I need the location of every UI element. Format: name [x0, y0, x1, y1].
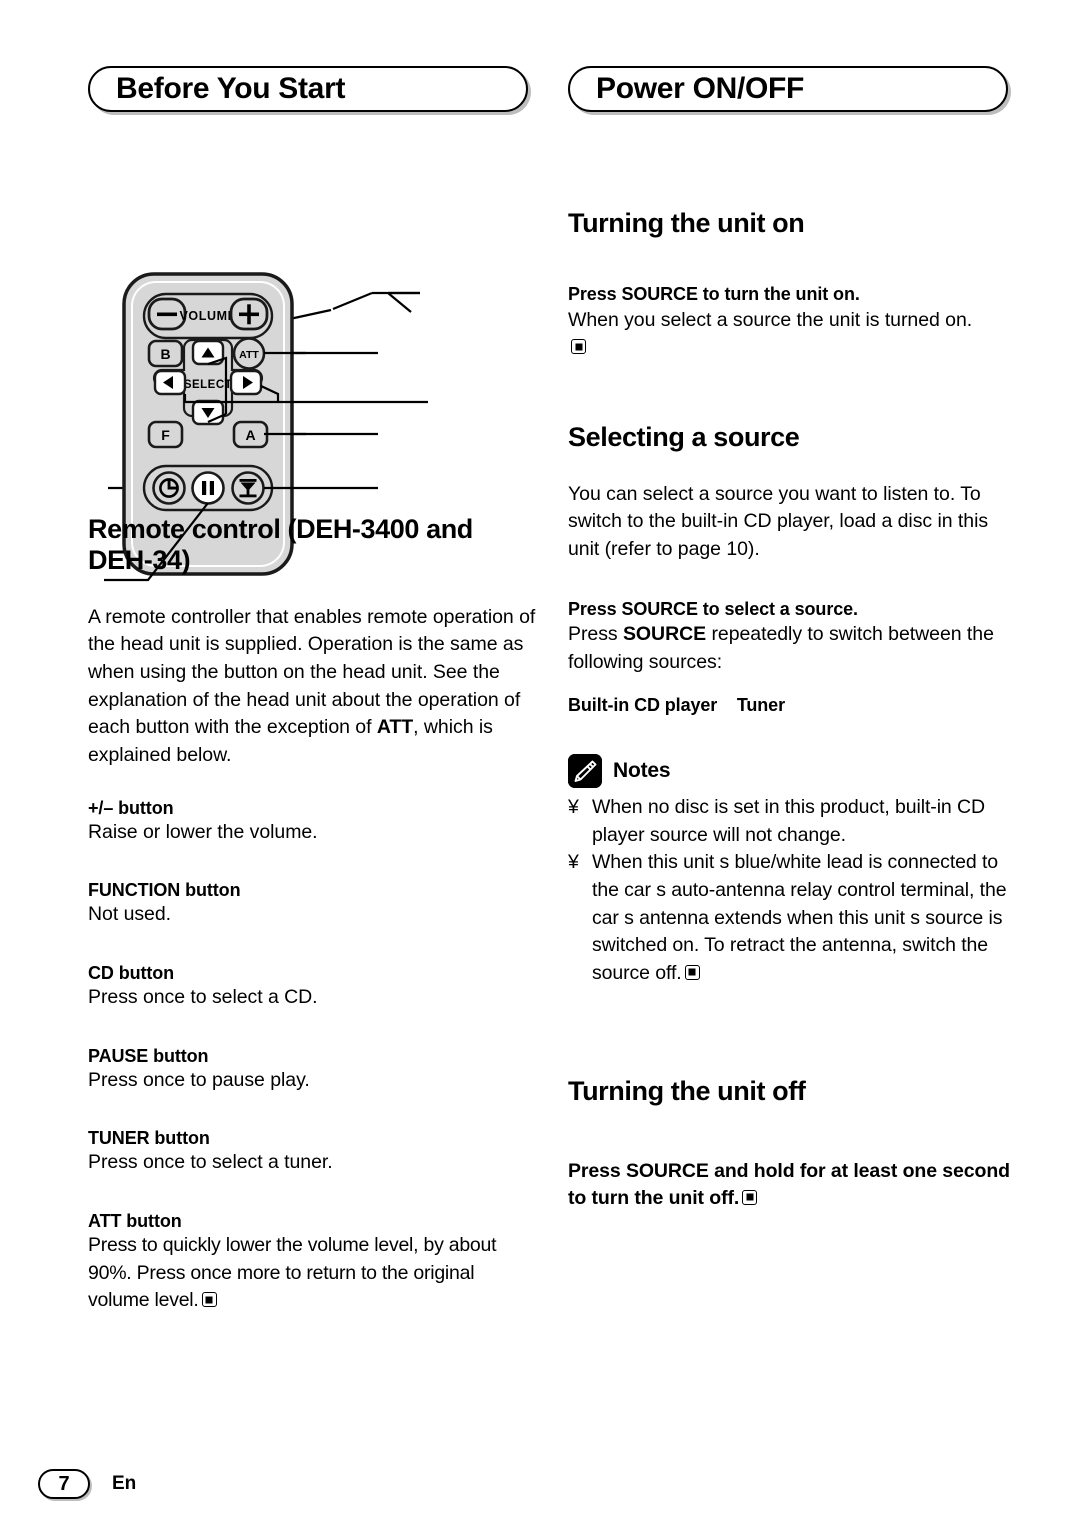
button-entry-title: TUNER button	[88, 1128, 210, 1149]
button-entry-title: FUNCTION button	[88, 880, 241, 901]
button-entry-plus-minus: +/– button Raise or lower the volume.	[88, 798, 540, 847]
selecting-lead-post: to select a source.	[697, 598, 858, 619]
remote-control-heading: Remote control (DEH-3400 and DEH-34)	[88, 514, 473, 575]
turning-on-lead: Press SOURCE to turn the unit on.	[568, 283, 1020, 307]
source-inline-label: SOURCE	[621, 598, 698, 619]
source-inline-label: SOURCE	[625, 1160, 709, 1183]
button-entry-text: Press once to pause play.	[88, 1068, 310, 1091]
source-sequence-list: Built-in CD player Tuner	[568, 694, 785, 715]
button-entry-tuner: TUNER button Press once to select a tune…	[88, 1128, 540, 1177]
language-code: En	[112, 1473, 137, 1494]
section-header-power-on-off: Power ON/OFF	[568, 66, 1008, 112]
end-of-topic-marker	[684, 964, 700, 980]
note-text: When no disc is set in this product, bui…	[592, 795, 985, 846]
page-number-badge: 7	[38, 1469, 90, 1499]
note-bullet: ¥	[568, 795, 579, 818]
turning-on-body: When you select a source the unit is tur…	[568, 307, 1020, 335]
turning-on-endmark-line	[568, 334, 1020, 362]
notes-header: Notes	[568, 753, 1020, 788]
button-entry-function: FUNCTION button Not used.	[88, 880, 540, 929]
button-entry-title: PAUSE button	[88, 1045, 209, 1066]
button-entry-text: Press to quickly lower the volume level,…	[88, 1232, 540, 1315]
notes-list: ¥ When no disc is set in this product, bu…	[568, 794, 1020, 988]
note-item: ¥ When no disc is set in this product, bu…	[568, 794, 1020, 849]
button-entry-text: Press once to select a CD.	[88, 986, 318, 1009]
selecting-source-lead: Press SOURCE to select a source.	[568, 598, 1020, 622]
end-of-topic-marker	[201, 1292, 217, 1308]
selecting-source-heading: Selecting a source	[568, 421, 800, 452]
button-entry-text: Press once to select a tuner.	[88, 1151, 333, 1174]
att-entry-text: Press to quickly lower the volume level,…	[88, 1234, 497, 1312]
button-entry-att: ATT button Press to quickly lower the vo…	[88, 1211, 540, 1315]
selecting-lead-pre: Press	[568, 598, 622, 619]
source-inline-label: SOURCE	[622, 623, 707, 646]
button-entry-title: ATT button	[88, 1211, 182, 1232]
end-of-topic-marker	[571, 339, 586, 355]
button-entry-title: +/– button	[88, 797, 174, 818]
turning-off-heading: Turning the unit off	[568, 1075, 806, 1106]
section-header-right-label: Power ON/OFF	[596, 72, 805, 105]
selecting-source-instruction: Press SOURCE repeatedly to switch betwee…	[568, 621, 1020, 676]
turning-on-lead-pre: Press	[568, 283, 622, 304]
note-bullet: ¥	[568, 851, 579, 874]
turning-off-lead-pre: Press	[568, 1160, 626, 1183]
note-item: ¥ When this unit s blue/white lead is con…	[568, 849, 1020, 987]
source-inline-label: SOURCE	[621, 283, 698, 304]
note-text: When this unit s blue/white lead is conn…	[592, 851, 1007, 984]
section-header-before-you-start: Before You Start	[88, 66, 528, 112]
end-of-topic-marker	[742, 1189, 758, 1205]
turning-on-lead-post: to turn the unit on.	[697, 283, 860, 304]
instr-pre: Press	[568, 623, 623, 646]
notes-title: Notes	[613, 758, 671, 782]
button-entry-text: Raise or lower the volume.	[88, 820, 318, 843]
page-number: 7	[58, 1472, 70, 1495]
left-column: Remote control (DEH-3400 and DEH-34) A r…	[88, 140, 540, 1315]
right-column: Turning the unit on Press SOURCE to turn…	[568, 140, 1020, 1211]
selecting-source-body: You can select a source you want to list…	[568, 482, 989, 561]
turning-on-body-text: When you select a source the unit is tur…	[568, 308, 973, 331]
button-entry-cd: CD button Press once to select a CD.	[88, 963, 540, 1012]
button-entry-text: Not used.	[88, 903, 172, 926]
att-inline-label: ATT	[376, 716, 414, 739]
button-entry-pause: PAUSE button Press once to pause play.	[88, 1046, 540, 1095]
section-header-left-label: Before You Start	[116, 72, 346, 105]
turning-on-heading: Turning the unit on	[568, 208, 805, 238]
turning-off-lead: Press SOURCE and hold for at least one s…	[568, 1158, 1020, 1211]
notes-block: Notes ¥ When no disc is set in this produ…	[568, 753, 1020, 988]
pencil-icon	[568, 753, 602, 788]
button-entry-title: CD button	[88, 963, 175, 984]
remote-control-intro: A remote controller that enables remote …	[88, 604, 540, 770]
page-footer: 7 En	[38, 1469, 136, 1499]
